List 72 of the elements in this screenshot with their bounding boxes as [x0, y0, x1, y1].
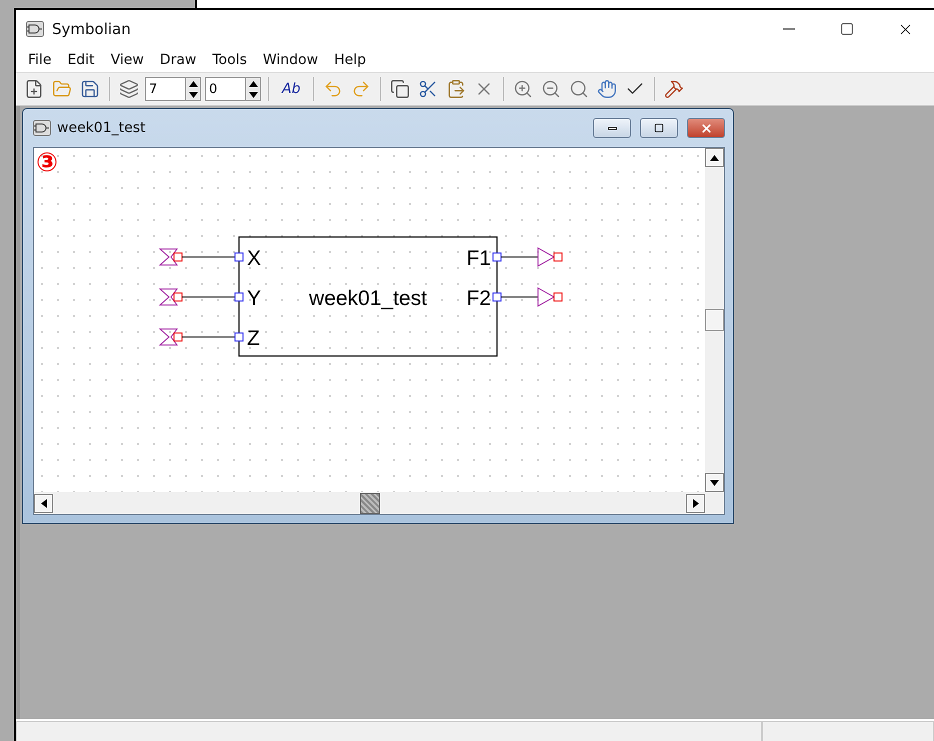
vertical-scrollbar[interactable] [705, 148, 724, 492]
pages-icon[interactable] [119, 79, 139, 99]
horizontal-scrollbar[interactable] [34, 492, 705, 514]
copy-icon[interactable] [390, 79, 410, 99]
pin-icon [492, 292, 502, 302]
pin-label: F1 [466, 247, 491, 270]
new-file-icon[interactable] [24, 79, 44, 99]
down-arrow-icon [188, 92, 198, 98]
hammer-icon[interactable] [664, 79, 684, 99]
zoom-fit-icon[interactable] [569, 79, 590, 99]
gate-icon [26, 21, 44, 37]
left-arrow-icon [40, 498, 46, 508]
scissors-icon[interactable] [418, 79, 438, 99]
spinner-arrows-icon[interactable] [185, 77, 201, 101]
symbol-name: week01_test [309, 287, 427, 310]
document-title: week01_test [57, 120, 146, 136]
scroll-thumb[interactable] [360, 492, 380, 514]
menu-item[interactable]: Draw [152, 52, 204, 68]
pin-label: X [247, 247, 262, 270]
scrollbar-corner [705, 492, 724, 514]
down-arrow-icon [710, 480, 719, 486]
scroll-thumb[interactable] [705, 309, 724, 331]
close-icon [700, 122, 712, 134]
zoom-in-icon[interactable] [513, 79, 534, 99]
up-arrow-icon [248, 80, 258, 86]
spinner-arrows-icon[interactable] [245, 77, 261, 101]
wire [500, 296, 538, 298]
minimize-button[interactable] [593, 118, 631, 138]
output-port-drawing [538, 287, 562, 307]
pin-icon [234, 332, 244, 342]
pin-icon [234, 252, 244, 262]
input-port-drawing [158, 328, 182, 346]
maximize-icon [840, 22, 854, 36]
annotation-marker: ③ [36, 150, 58, 176]
minimize-icon [783, 28, 795, 30]
gate-icon [33, 120, 51, 136]
pin-label: Y [247, 287, 262, 310]
hand-icon[interactable] [597, 79, 618, 99]
open-folder-icon[interactable] [52, 79, 72, 99]
text-tool-button[interactable]: Ab [276, 79, 306, 99]
save-icon[interactable] [80, 79, 100, 99]
down-arrow-icon [248, 92, 258, 98]
restore-button[interactable] [640, 118, 678, 138]
input-port-drawing [158, 288, 182, 306]
pin-label: Z [247, 327, 260, 350]
menu-item[interactable]: View [102, 52, 152, 68]
menu-item[interactable]: Tools [204, 52, 255, 68]
up-arrow-icon [188, 80, 198, 86]
close-button[interactable] [687, 118, 725, 138]
window-title: Symbolian [52, 20, 132, 38]
right-arrow-icon [692, 498, 698, 508]
menu-item[interactable]: Window [254, 52, 326, 68]
menu-item[interactable]: Edit [59, 52, 103, 68]
menu-item[interactable]: File [20, 52, 60, 68]
restore-icon [654, 123, 664, 133]
wire [182, 256, 236, 258]
wire [182, 336, 236, 338]
paste-icon[interactable] [446, 79, 466, 99]
wire [182, 296, 236, 298]
wire [500, 256, 538, 258]
up-arrow-icon [710, 154, 719, 160]
minimize-icon [608, 126, 616, 130]
undo-icon[interactable] [323, 79, 344, 99]
number-field[interactable]: 0 [205, 77, 245, 101]
number-field[interactable]: 7 [145, 77, 185, 101]
pin-icon [234, 292, 244, 302]
pin-icon [492, 252, 502, 262]
output-port-drawing [538, 247, 562, 267]
input-port-drawing [158, 248, 182, 266]
zoom-out-icon[interactable] [541, 79, 562, 99]
pin-label: F2 [466, 287, 491, 310]
menu-item[interactable]: Help [326, 52, 374, 68]
